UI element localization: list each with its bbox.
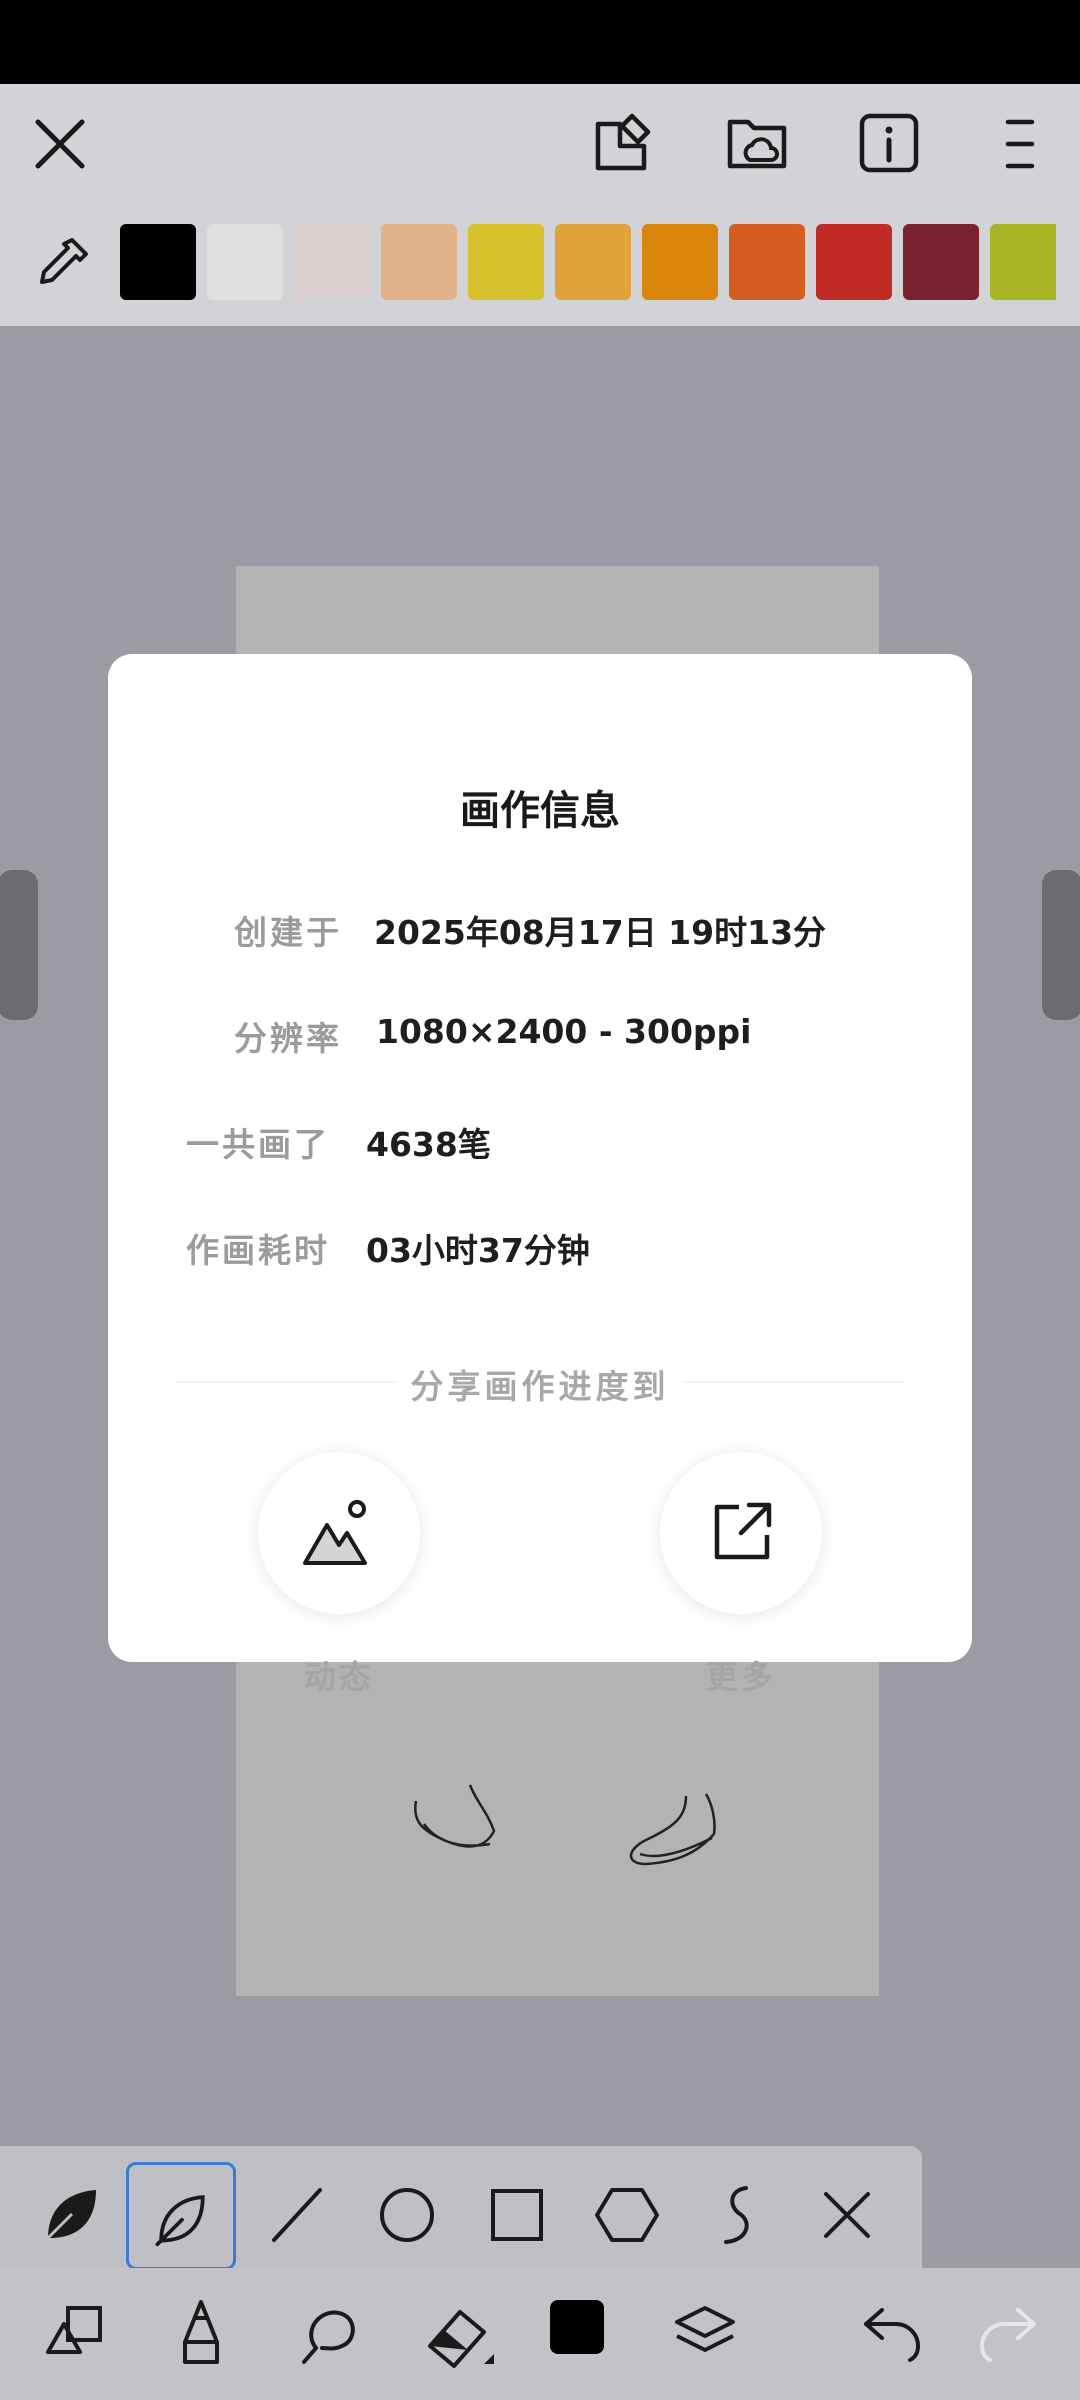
color-swatch-3[interactable] [294,224,370,300]
redo-icon[interactable] [972,2296,1044,2368]
resolution-value: 1080×2400 - 300ppi [376,1012,752,1051]
color-swatch-6[interactable] [555,224,631,300]
color-swatch-5[interactable] [468,224,544,300]
main-toolbar [0,2268,1080,2400]
resolution-label: 分辨率 [234,1019,342,1058]
created-label: 创建于 [234,913,342,952]
duration-label: 作画耗时 [186,1231,330,1270]
share-moments-button[interactable] [258,1452,420,1614]
share-moments-label: 动态 [303,1658,374,1696]
strokes-label: 一共画了 [186,1125,330,1164]
top-toolbar [0,84,1080,326]
color-swatch-10[interactable] [903,224,979,300]
dialog-title: 画作信息 [460,788,620,834]
strokes-value: 4638笔 [366,1125,491,1164]
status-bar [0,0,1080,84]
pin-icon[interactable] [592,110,658,176]
circle-icon[interactable] [372,2180,442,2250]
close-icon[interactable] [30,114,90,174]
eraser-icon[interactable] [420,2296,500,2376]
shape-toolbar [0,2146,922,2286]
duration-value: 03小时37分钟 [366,1231,590,1270]
shapes-icon[interactable] [38,2298,108,2368]
square-icon[interactable] [482,2180,552,2250]
share-title: 分享画作进度到 [410,1367,670,1406]
close-icon[interactable] [816,2184,878,2246]
external-share-icon [714,1502,772,1560]
color-square-icon[interactable] [548,2298,606,2356]
leaf-outline-icon[interactable] [126,2162,236,2270]
curve-icon[interactable] [702,2180,772,2250]
layers-icon[interactable] [668,2296,742,2370]
color-swatch-2[interactable] [207,224,283,300]
color-swatch-11[interactable] [990,224,1056,300]
mountain-image-icon [303,1500,367,1565]
pencil-icon[interactable] [164,2296,238,2370]
right-slider-handle[interactable] [1042,870,1080,1020]
eyedropper-icon[interactable] [32,232,94,294]
smudge-icon[interactable] [290,2296,364,2370]
undo-icon[interactable] [856,2296,928,2368]
color-swatch-4[interactable] [381,224,457,300]
color-swatch-1[interactable] [120,224,196,300]
share-more-label: 更多 [705,1658,776,1696]
color-swatch-9[interactable] [816,224,892,300]
created-value: 2025年08月17日 19时13分 [374,913,827,952]
info-icon[interactable] [856,110,922,176]
menu-icon[interactable] [990,114,1050,174]
leaf-filled-icon[interactable] [36,2180,106,2250]
cloud-folder-icon[interactable] [724,110,790,176]
color-swatch-8[interactable] [729,224,805,300]
share-more-button[interactable] [660,1452,822,1614]
left-slider-handle[interactable] [0,870,38,1020]
line-icon[interactable] [262,2180,332,2250]
color-swatch-7[interactable] [642,224,718,300]
hexagon-icon[interactable] [592,2180,662,2250]
